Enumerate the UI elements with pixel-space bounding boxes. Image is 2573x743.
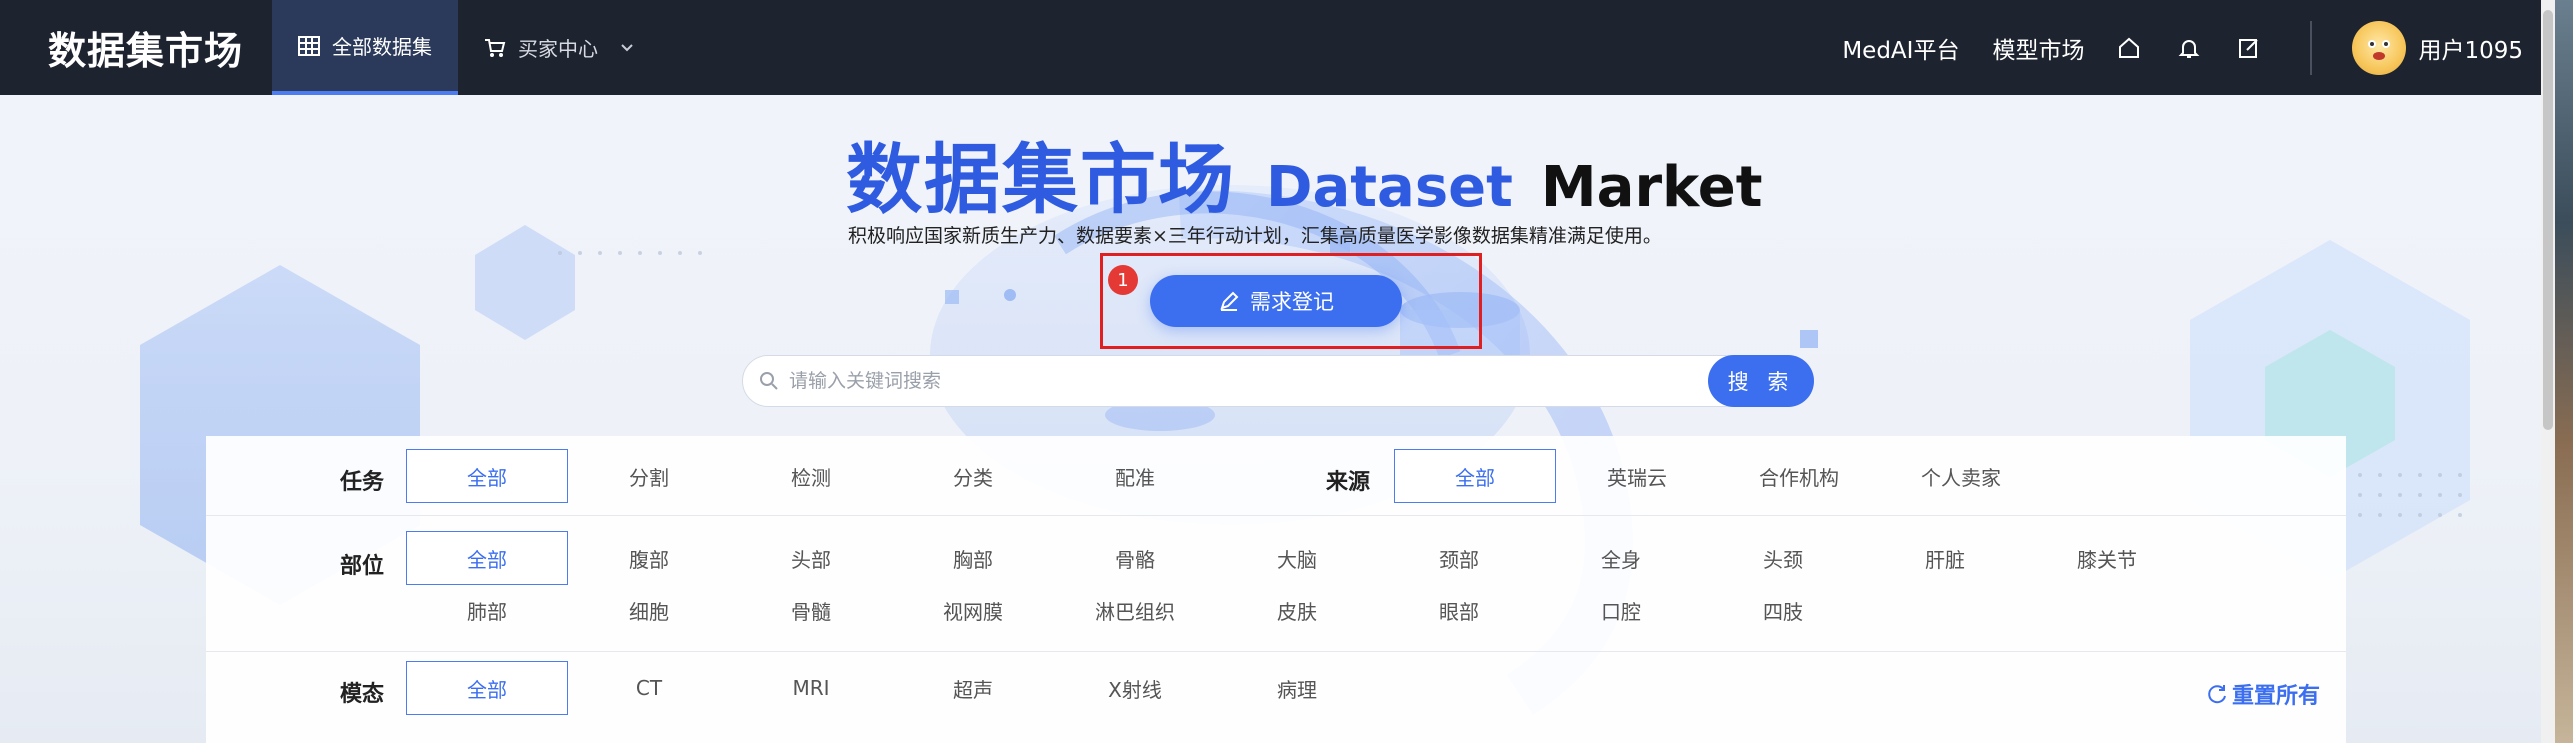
link-model-market[interactable]: 模型市场 bbox=[1992, 31, 2084, 65]
source-option-partner[interactable]: 合作机构 bbox=[1718, 449, 1880, 503]
task-option-detection[interactable]: 检测 bbox=[730, 449, 892, 503]
hero-title: 数据集市场 Dataset Market bbox=[846, 118, 1763, 224]
part-option-brain[interactable]: 大脑 bbox=[1216, 531, 1378, 585]
part-option-head-neck[interactable]: 头颈 bbox=[1702, 531, 1864, 585]
task-option-registration[interactable]: 配准 bbox=[1054, 449, 1216, 503]
hero-title-en-dataset: Dataset bbox=[1266, 155, 1513, 220]
tab-buyer-center-label: 买家中心 bbox=[518, 37, 598, 61]
modality-option-pathology[interactable]: 病理 bbox=[1216, 661, 1378, 715]
cart-icon bbox=[484, 37, 506, 59]
hero-title-cn: 数据集市场 bbox=[846, 135, 1236, 224]
modality-option-ct[interactable]: CT bbox=[568, 661, 730, 715]
search-box bbox=[742, 355, 1814, 407]
tab-all-datasets[interactable]: 全部数据集 bbox=[272, 0, 458, 95]
tab-all-datasets-label: 全部数据集 bbox=[332, 35, 432, 59]
filter-panel: 任务 全部 分割 检测 分类 配准 来源 全部 英瑞云 合作机构 个人卖家 部位… bbox=[206, 436, 2346, 743]
part-option-retina[interactable]: 视网膜 bbox=[892, 583, 1054, 637]
part-option-knee[interactable]: 膝关节 bbox=[2026, 531, 2188, 585]
pen-icon bbox=[1218, 290, 1240, 312]
username[interactable]: 用户1095 bbox=[2418, 31, 2523, 65]
part-option-limbs[interactable]: 四肢 bbox=[1702, 583, 1864, 637]
avatar[interactable] bbox=[2352, 20, 2407, 75]
link-medai-platform[interactable]: MedAI平台 bbox=[1842, 31, 1959, 65]
part-option-head[interactable]: 头部 bbox=[730, 531, 892, 585]
table-icon bbox=[298, 35, 320, 57]
task-option-segmentation[interactable]: 分割 bbox=[568, 449, 730, 503]
filter-row-body-part: 部位 全部 腹部 头部 胸部 骨骼 大脑 颈部 全身 头颈 肝脏 膝关节 肺部 … bbox=[206, 516, 2346, 652]
request-register-label: 需求登记 bbox=[1250, 290, 1334, 314]
search-input[interactable] bbox=[789, 357, 1649, 405]
modality-option-mri[interactable]: MRI bbox=[730, 661, 892, 715]
part-option-cell[interactable]: 细胞 bbox=[568, 583, 730, 637]
part-option-oral[interactable]: 口腔 bbox=[1540, 583, 1702, 637]
source-option-all[interactable]: 全部 bbox=[1394, 449, 1556, 503]
modality-option-xray[interactable]: X射线 bbox=[1054, 661, 1216, 715]
reset-all-label: 重置所有 bbox=[2232, 684, 2321, 709]
task-option-classification[interactable]: 分类 bbox=[892, 449, 1054, 503]
task-option-all[interactable]: 全部 bbox=[406, 449, 568, 503]
part-option-all[interactable]: 全部 bbox=[406, 531, 568, 585]
part-option-bone[interactable]: 骨骼 bbox=[1054, 531, 1216, 585]
source-option-yingruiyun[interactable]: 英瑞云 bbox=[1556, 449, 1718, 503]
refresh-icon bbox=[2206, 683, 2228, 705]
nav-divider bbox=[2310, 20, 2313, 75]
part-option-lymph[interactable]: 淋巴组织 bbox=[1054, 583, 1216, 637]
modality-option-ultrasound[interactable]: 超声 bbox=[892, 661, 1054, 715]
top-navbar: 数据集市场 全部数据集 买家中心 MedAI平台 模型市场 用户1095 bbox=[0, 0, 2541, 95]
part-option-whole-body[interactable]: 全身 bbox=[1540, 531, 1702, 585]
scrollbar-thumb[interactable] bbox=[2543, 10, 2553, 430]
request-register-button[interactable]: 需求登记 bbox=[1150, 275, 1402, 327]
filter-label-modality: 模态 bbox=[340, 682, 385, 707]
part-option-neck[interactable]: 颈部 bbox=[1378, 531, 1540, 585]
search-icon bbox=[759, 371, 779, 391]
tab-buyer-center[interactable]: 买家中心 bbox=[458, 0, 660, 95]
part-option-abdomen[interactable]: 腹部 bbox=[568, 531, 730, 585]
bell-icon[interactable] bbox=[2174, 33, 2204, 63]
modality-option-all[interactable]: 全部 bbox=[406, 661, 568, 715]
home-icon[interactable] bbox=[2114, 33, 2144, 63]
search-button[interactable]: 搜 索 bbox=[1708, 355, 1814, 407]
part-option-liver[interactable]: 肝脏 bbox=[1864, 531, 2026, 585]
brand-logo[interactable]: 数据集市场 bbox=[0, 0, 272, 95]
part-option-chest[interactable]: 胸部 bbox=[892, 531, 1054, 585]
part-option-lung[interactable]: 肺部 bbox=[406, 583, 568, 637]
chevron-down-icon bbox=[620, 43, 634, 53]
filter-label-task: 任务 bbox=[340, 470, 385, 495]
filter-label-part: 部位 bbox=[340, 554, 385, 579]
part-option-skin[interactable]: 皮肤 bbox=[1216, 583, 1378, 637]
part-option-bone-marrow[interactable]: 骨髓 bbox=[730, 583, 892, 637]
hero-subtitle: 积极响应国家新质生产力、数据要素×三年行动计划，汇集高质量医学影像数据集精准满足… bbox=[848, 225, 1662, 247]
background-image-edge bbox=[2555, 0, 2573, 743]
hero-title-en-market: Market bbox=[1540, 155, 1763, 220]
edit-icon[interactable] bbox=[2234, 33, 2264, 63]
source-option-individual-seller[interactable]: 个人卖家 bbox=[1880, 449, 2042, 503]
filter-row-modality: 模态 全部 CT MRI 超声 X射线 病理 bbox=[206, 652, 2346, 743]
part-option-eye[interactable]: 眼部 bbox=[1378, 583, 1540, 637]
filter-label-source: 来源 bbox=[1326, 470, 1371, 495]
filter-row-task-source: 任务 全部 分割 检测 分类 配准 来源 全部 英瑞云 合作机构 个人卖家 bbox=[206, 436, 2346, 516]
reset-all-button[interactable]: 重置所有 bbox=[2206, 678, 2320, 710]
step-badge: 1 bbox=[1108, 265, 1138, 295]
